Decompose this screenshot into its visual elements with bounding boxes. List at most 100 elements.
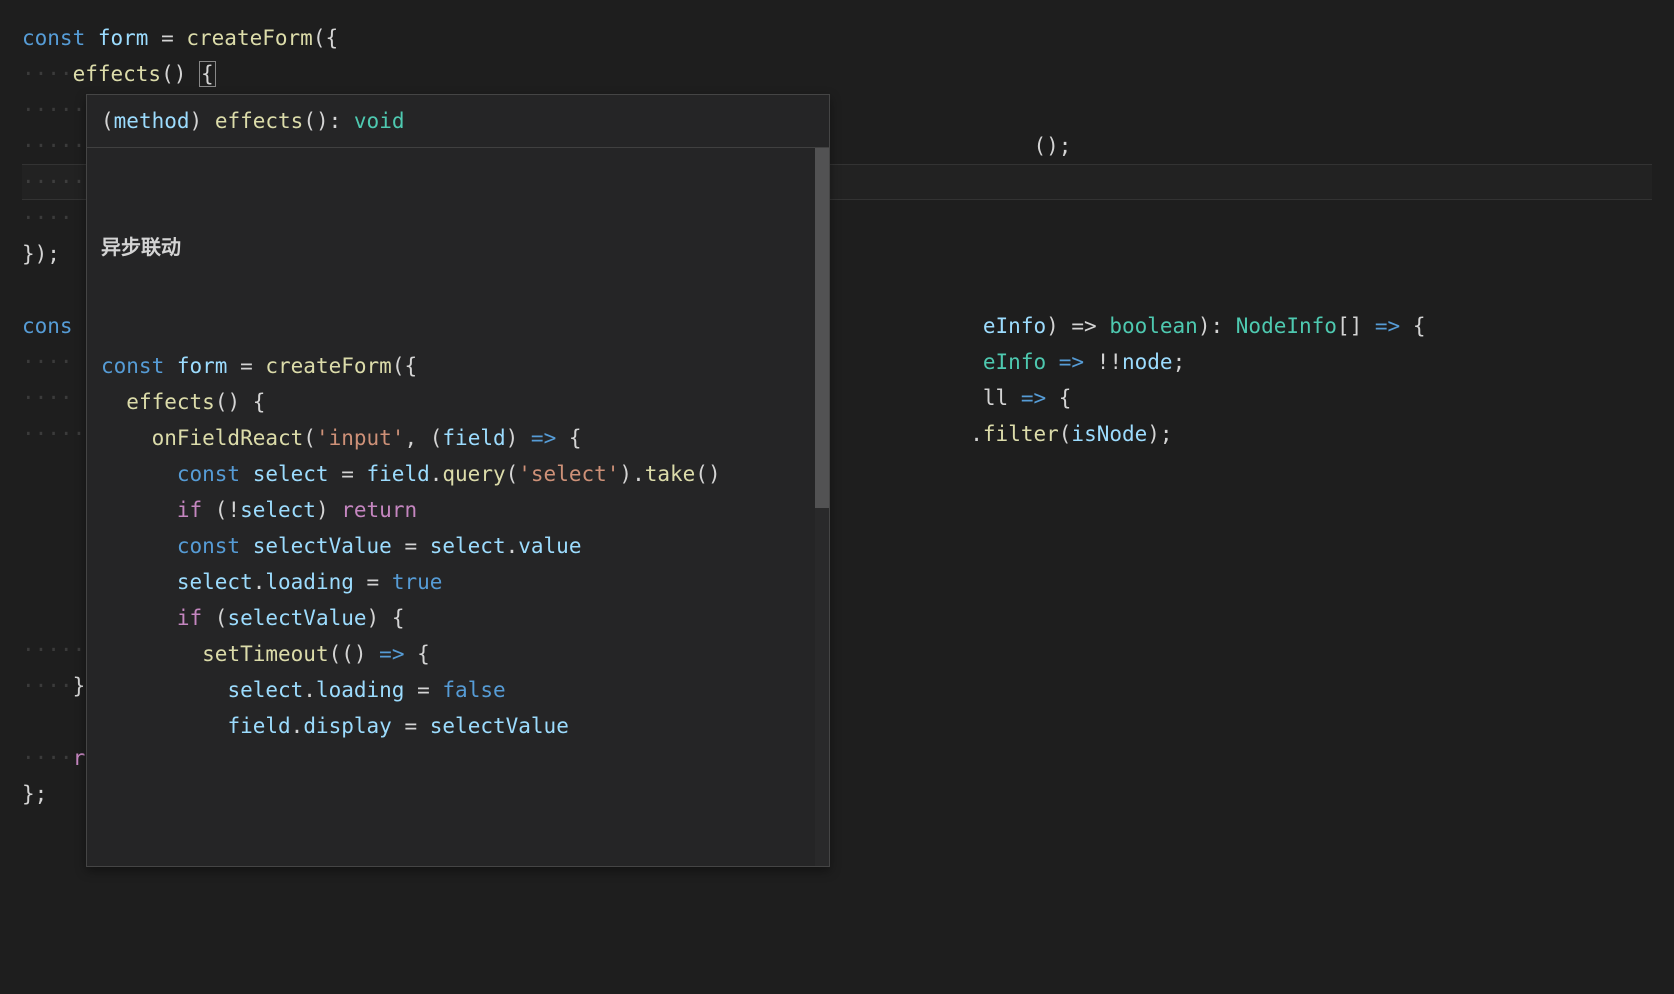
code-token: effects bbox=[215, 109, 304, 133]
code-token: { bbox=[1059, 386, 1072, 410]
hover-code-line: if (!select) return bbox=[101, 492, 815, 528]
code-token: = bbox=[392, 714, 430, 738]
whitespace-guide: ···· bbox=[22, 386, 73, 410]
code-token: ( bbox=[506, 462, 519, 486]
code-token bbox=[101, 642, 202, 666]
code-token bbox=[101, 606, 177, 630]
code-token: ({ bbox=[392, 354, 417, 378]
code-token: loading bbox=[316, 678, 405, 702]
code-token bbox=[101, 462, 177, 486]
code-token: . bbox=[430, 462, 443, 486]
code-token: . bbox=[253, 570, 266, 594]
code-token: select bbox=[430, 534, 506, 558]
code-token: effects bbox=[73, 62, 162, 86]
code-token: { bbox=[569, 426, 582, 450]
code-token: = bbox=[329, 462, 367, 486]
code-token: return bbox=[341, 498, 417, 522]
hover-signature: (method) effects(): void bbox=[87, 95, 829, 148]
code-token: loading bbox=[265, 570, 354, 594]
code-token: = bbox=[404, 678, 442, 702]
code-token bbox=[101, 426, 152, 450]
hover-code-line: const select = field.query('select').tak… bbox=[101, 456, 815, 492]
code-token: isNode bbox=[1071, 422, 1147, 446]
code-token: const bbox=[22, 26, 98, 50]
code-token bbox=[101, 678, 227, 702]
code-token bbox=[101, 714, 227, 738]
code-token: () bbox=[695, 462, 720, 486]
code-token: node bbox=[1122, 350, 1173, 374]
hover-code-line: if (selectValue) { bbox=[101, 600, 815, 636]
code-token: cons bbox=[22, 314, 73, 338]
code-token: false bbox=[442, 678, 505, 702]
code-token: eInfo bbox=[983, 350, 1046, 374]
code-token: ); bbox=[1147, 422, 1172, 446]
code-token: ({ bbox=[313, 26, 338, 50]
code-token: field bbox=[442, 426, 505, 450]
hover-tooltip[interactable]: (method) effects(): void 异步联动 const form… bbox=[86, 94, 830, 867]
code-token: ( bbox=[303, 426, 316, 450]
code-token bbox=[101, 390, 126, 414]
code-token: ( bbox=[1059, 422, 1072, 446]
code-token: ): bbox=[1198, 314, 1236, 338]
code-token: eInfo bbox=[983, 314, 1046, 338]
code-token: ( bbox=[215, 606, 228, 630]
code-token: display bbox=[303, 714, 392, 738]
code-token: createForm bbox=[186, 26, 312, 50]
code-token: => bbox=[379, 642, 417, 666]
code-token: . bbox=[506, 534, 519, 558]
code-token: NodeInfo bbox=[1236, 314, 1337, 338]
code-token bbox=[101, 534, 177, 558]
hover-code-line: effects() { bbox=[101, 384, 815, 420]
code-token: true bbox=[392, 570, 443, 594]
code-token: if bbox=[177, 606, 215, 630]
code-token bbox=[101, 498, 177, 522]
code-token: ). bbox=[619, 462, 644, 486]
code-token: ) bbox=[506, 426, 531, 450]
code-token: ll bbox=[983, 386, 1008, 410]
code-token bbox=[101, 570, 177, 594]
code-token: => bbox=[1046, 350, 1097, 374]
hover-code-line: select.loading = false bbox=[101, 672, 815, 708]
code-token: select bbox=[227, 678, 303, 702]
code-token: !! bbox=[1097, 350, 1122, 374]
code-token: void bbox=[354, 109, 405, 133]
code-token: createForm bbox=[265, 354, 391, 378]
code-token: (! bbox=[215, 498, 240, 522]
code-token: ) bbox=[190, 109, 215, 133]
code-token: => bbox=[1008, 386, 1059, 410]
code-token: select bbox=[253, 462, 329, 486]
hover-code-line: setTimeout(() => { bbox=[101, 636, 815, 672]
whitespace-guide: ···· bbox=[22, 206, 73, 230]
code-token: = bbox=[148, 26, 186, 50]
code-token: effects bbox=[126, 390, 215, 414]
code-token: ; bbox=[1173, 350, 1186, 374]
code-token: field bbox=[227, 714, 290, 738]
whitespace-guide: ···· bbox=[22, 674, 73, 698]
code-token: , ( bbox=[404, 426, 442, 450]
code-token: form bbox=[177, 354, 228, 378]
code-token: if bbox=[177, 498, 215, 522]
hover-code-line: field.display = selectValue bbox=[101, 708, 815, 744]
code-token: ( bbox=[101, 109, 114, 133]
code-token: { bbox=[199, 61, 216, 87]
hover-body[interactable]: 异步联动 const form = createForm({ effects()… bbox=[87, 148, 829, 866]
code-token: = bbox=[392, 534, 430, 558]
code-token: query bbox=[442, 462, 505, 486]
code-token: method bbox=[114, 109, 190, 133]
whitespace-guide: ···· bbox=[22, 350, 73, 374]
whitespace-guide: ···· bbox=[22, 62, 73, 86]
hover-scrollbar-thumb[interactable] bbox=[815, 148, 829, 508]
hover-code-line: const form = createForm({ bbox=[101, 348, 815, 384]
hover-scrollbar[interactable] bbox=[815, 148, 829, 866]
code-line[interactable]: const form = createForm({ bbox=[22, 20, 1652, 56]
code-token: (() bbox=[329, 642, 380, 666]
code-token: . bbox=[970, 422, 983, 446]
code-token: = bbox=[227, 354, 265, 378]
code-token: 'input' bbox=[316, 426, 405, 450]
code-token: () bbox=[161, 62, 199, 86]
code-token: filter bbox=[983, 422, 1059, 446]
code-token: form bbox=[98, 26, 149, 50]
code-line[interactable]: ····effects() { bbox=[22, 56, 1652, 92]
code-token: (); bbox=[1033, 134, 1071, 158]
code-token: selectValue bbox=[430, 714, 569, 738]
